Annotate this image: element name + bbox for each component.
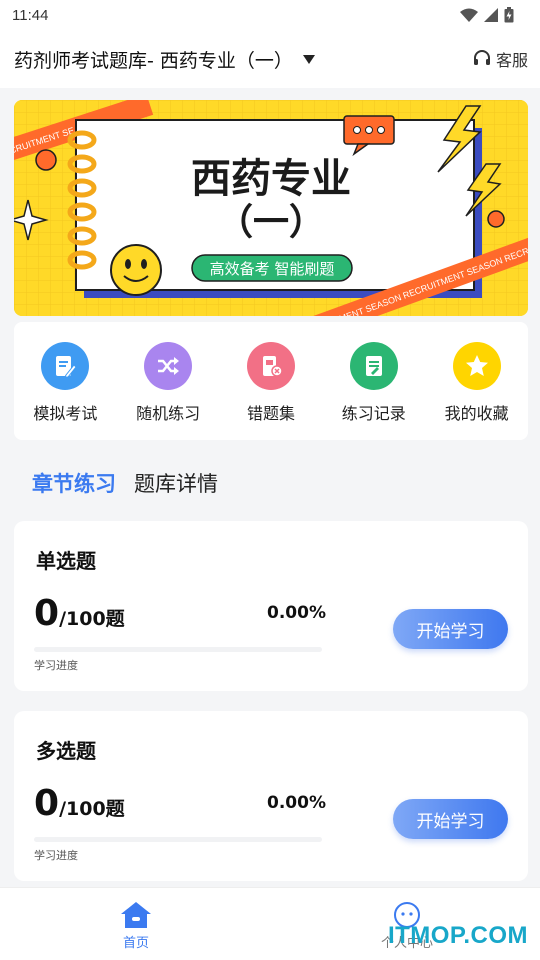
- progress-bar: [34, 837, 322, 842]
- chevron-down-icon[interactable]: [302, 54, 315, 64]
- wrong-set-icon: [246, 342, 295, 390]
- nav-home-label: 首页: [122, 936, 149, 951]
- banner-title-line1: 西药专业: [191, 156, 351, 202]
- card-title: 多选题: [36, 739, 96, 763]
- progress-bar: [34, 647, 322, 652]
- quick-action-label: 模拟考试: [33, 404, 98, 423]
- bank-title-selector[interactable]: 药剂师考试题库- 西药专业（一）: [14, 46, 293, 73]
- watermark: ITMOP.COM: [387, 922, 528, 949]
- banner-title-line2: （一）: [217, 202, 325, 243]
- question-type-card-single: 单选题 0 /100题 0.00% 学习进度 开始学习: [14, 521, 528, 691]
- nav-home[interactable]: 首页: [112, 900, 160, 951]
- start-study-button[interactable]: 开始学习: [393, 609, 508, 649]
- tab-chapter-practice[interactable]: 章节练习: [32, 468, 116, 498]
- app-bar: 药剂师考试题库- 西药专业（一） 客服: [0, 30, 540, 88]
- star-icon: [452, 342, 501, 390]
- progress-count: 0 /100题: [34, 783, 125, 824]
- quick-action-wrong-set[interactable]: 错题集: [225, 342, 317, 424]
- signal-icon: [484, 8, 498, 22]
- tab-bank-details[interactable]: 题库详情: [134, 468, 218, 498]
- total-count: /100题: [59, 608, 125, 630]
- customer-service-button[interactable]: 客服: [472, 47, 528, 71]
- shuffle-icon: [144, 342, 193, 390]
- record-icon: [349, 342, 398, 390]
- customer-service-label: 客服: [495, 51, 528, 70]
- progress-count: 0 /100题: [34, 593, 125, 634]
- promo-banner[interactable]: RECRUITMENT SEASON 西药专业 （一） 高效备考 智能: [14, 100, 528, 316]
- battery-icon: [504, 7, 514, 23]
- quick-action-mock-exam[interactable]: 模拟考试: [19, 342, 111, 424]
- wifi-icon: [460, 8, 478, 22]
- quick-action-random-practice[interactable]: 随机练习: [122, 342, 214, 424]
- status-icons: [460, 7, 514, 23]
- progress-label: 学习进度: [34, 659, 78, 672]
- start-study-button[interactable]: 开始学习: [393, 799, 508, 839]
- progress-label: 学习进度: [34, 849, 78, 862]
- quick-action-practice-record[interactable]: 练习记录: [328, 342, 420, 424]
- quick-actions: 模拟考试 随机练习 错题集 练习记录 我的收藏: [14, 322, 528, 440]
- quick-action-label: 练习记录: [341, 404, 406, 423]
- done-count: 0: [34, 783, 60, 824]
- card-title: 单选题: [36, 549, 96, 573]
- progress-percent: 0.00%: [267, 603, 326, 623]
- question-type-card-multiple: 多选题 0 /100题 0.00% 学习进度 开始学习: [14, 711, 528, 881]
- home-icon: [121, 902, 151, 928]
- total-count: /100题: [59, 798, 125, 820]
- quick-action-favorites[interactable]: 我的收藏: [431, 342, 523, 424]
- section-tabs: 章节练习 题库详情: [32, 468, 218, 498]
- headset-icon: [473, 50, 490, 65]
- quick-action-label: 随机练习: [136, 404, 201, 423]
- done-count: 0: [34, 593, 60, 634]
- quick-action-label: 错题集: [246, 404, 295, 423]
- banner-illustration: RECRUITMENT SEASON 西药专业 （一） 高效备考 智能: [14, 100, 528, 316]
- banner-subtitle: 高效备考 智能刷题: [210, 260, 335, 278]
- progress-percent: 0.00%: [267, 793, 326, 813]
- quick-action-label: 我的收藏: [444, 404, 509, 423]
- status-bar: 11:44: [0, 0, 540, 30]
- exam-edit-icon: [41, 342, 90, 390]
- status-time: 11:44: [12, 6, 49, 24]
